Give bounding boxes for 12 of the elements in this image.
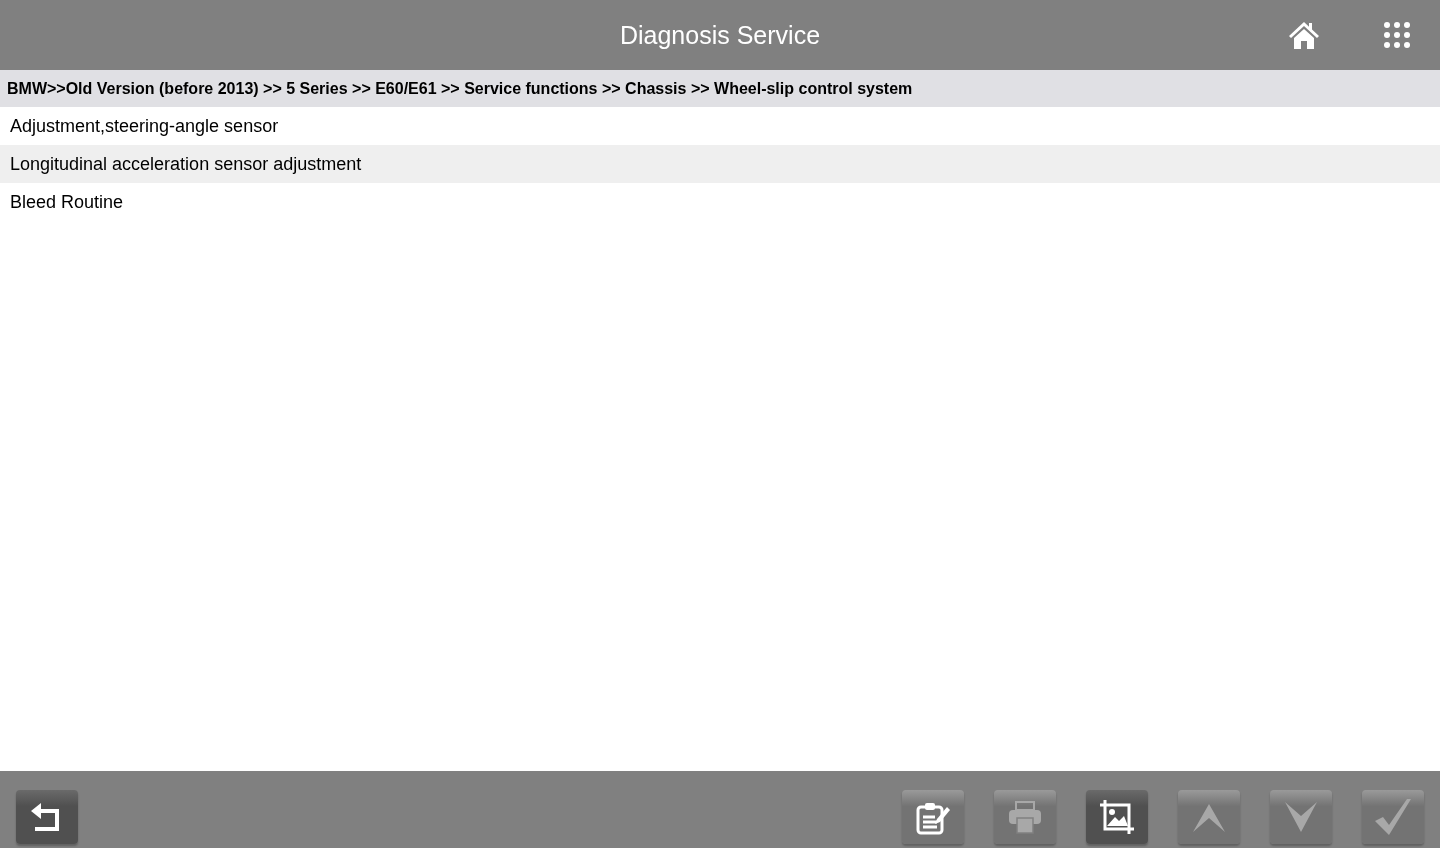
- printer-icon: [1007, 799, 1043, 834]
- checkmark-icon: [1375, 798, 1411, 835]
- menu-grid-icon[interactable]: [1384, 22, 1410, 48]
- function-list-item[interactable]: Longitudinal acceleration sensor adjustment: [0, 145, 1440, 183]
- back-button[interactable]: [16, 789, 78, 844]
- toolbar-button[interactable]: [1086, 789, 1148, 844]
- chevron-down-icon: [1285, 801, 1317, 832]
- window-title: Diagnosis Service: [619, 20, 821, 50]
- home-icon[interactable]: [1288, 20, 1320, 50]
- crop-image-icon: [1098, 797, 1136, 836]
- toolbar-button[interactable]: [902, 789, 964, 844]
- breadcrumb-path: BMW>>Old Version (before 2013) >> 5 Series >> E60/E61 >> Service functions >> Chassis >> Wheel-slip control system: [0, 70, 1440, 107]
